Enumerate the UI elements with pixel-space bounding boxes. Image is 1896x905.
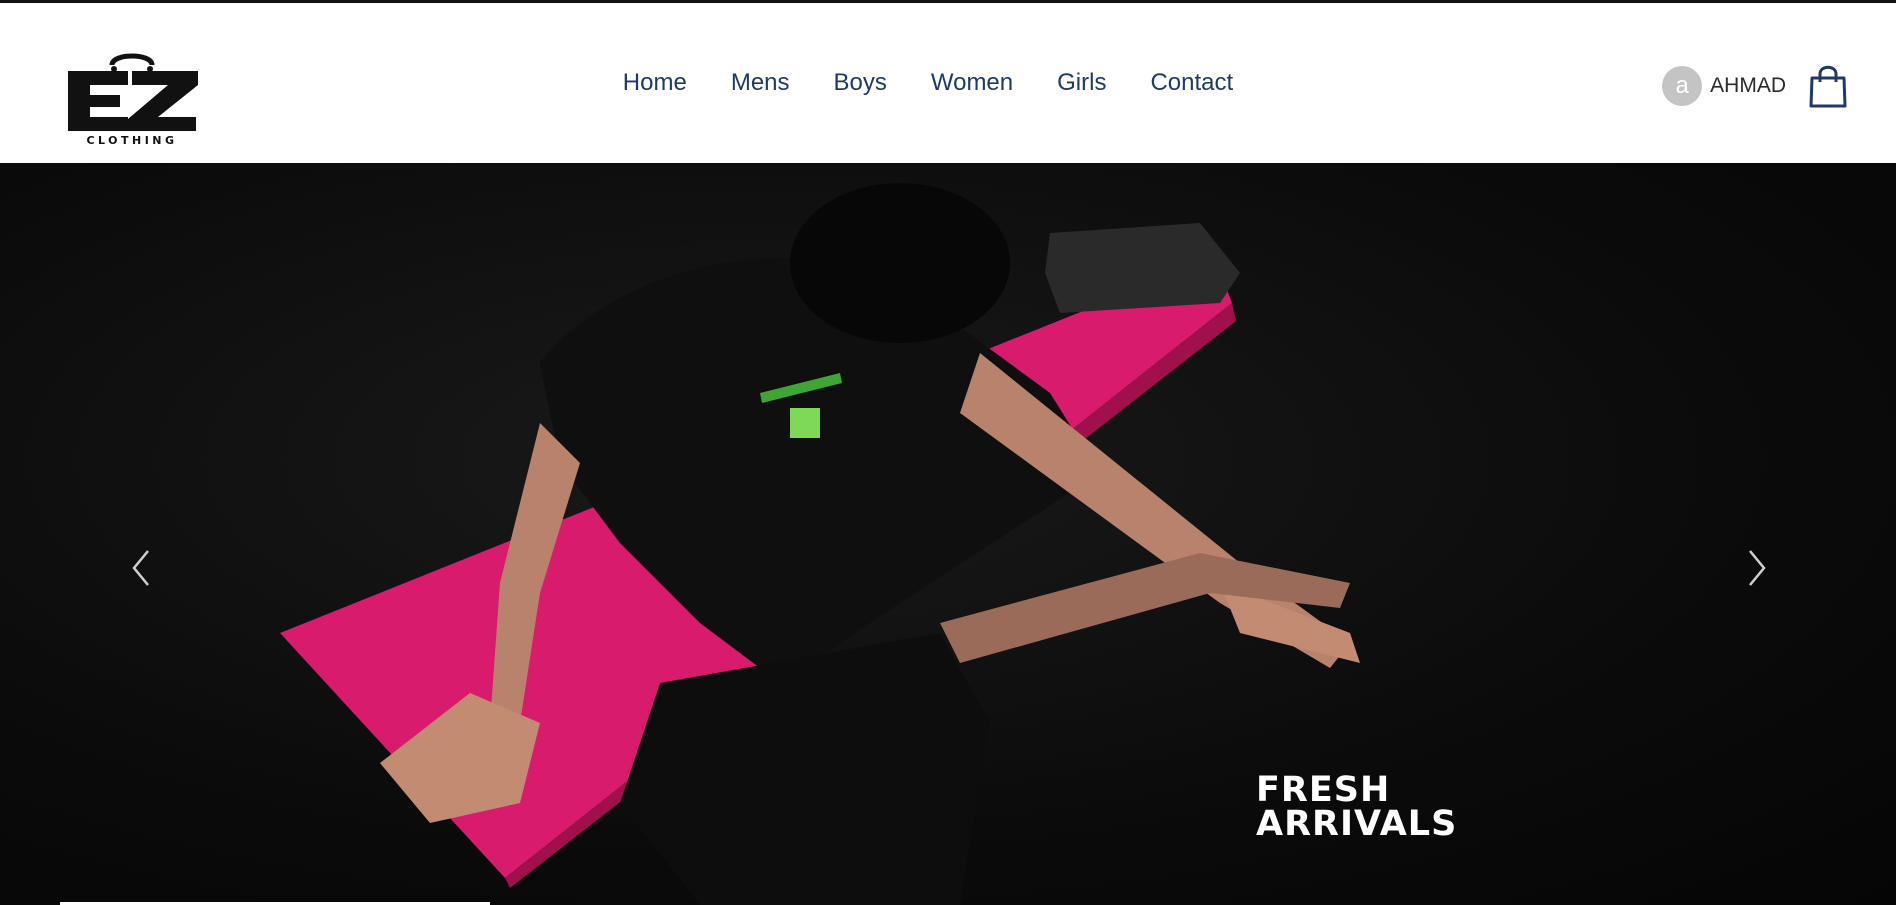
site-header: CLOTHING Home Mens Boys Women Girls Cont… <box>0 3 1896 163</box>
nav-boys[interactable]: Boys <box>834 63 887 103</box>
hero-image <box>280 183 1360 905</box>
caption-line-2: ARRIVALS <box>1256 804 1458 844</box>
chevron-right-icon[interactable] <box>1736 543 1776 593</box>
nav-home[interactable]: Home <box>623 63 687 103</box>
username[interactable]: AHMAD <box>1710 74 1786 98</box>
nav-mens[interactable]: Mens <box>731 63 790 103</box>
hero-caption: FRESH ARRIVALS <box>1256 770 1458 844</box>
nav-women[interactable]: Women <box>931 63 1013 103</box>
nav-contact[interactable]: Contact <box>1150 63 1233 103</box>
main-nav: Home Mens Boys Women Girls Contact <box>0 63 1896 103</box>
caption-line-1: FRESH <box>1256 770 1391 810</box>
user-area: a AHMAD <box>1662 63 1848 109</box>
shopping-bag-icon[interactable] <box>1808 64 1848 108</box>
chevron-left-icon[interactable] <box>122 543 162 593</box>
logo-subtext: CLOTHING <box>86 134 178 147</box>
avatar[interactable]: a <box>1662 66 1703 106</box>
hero-carousel: FRESH ARRIVALS <box>0 163 1896 905</box>
nav-girls[interactable]: Girls <box>1057 63 1106 103</box>
